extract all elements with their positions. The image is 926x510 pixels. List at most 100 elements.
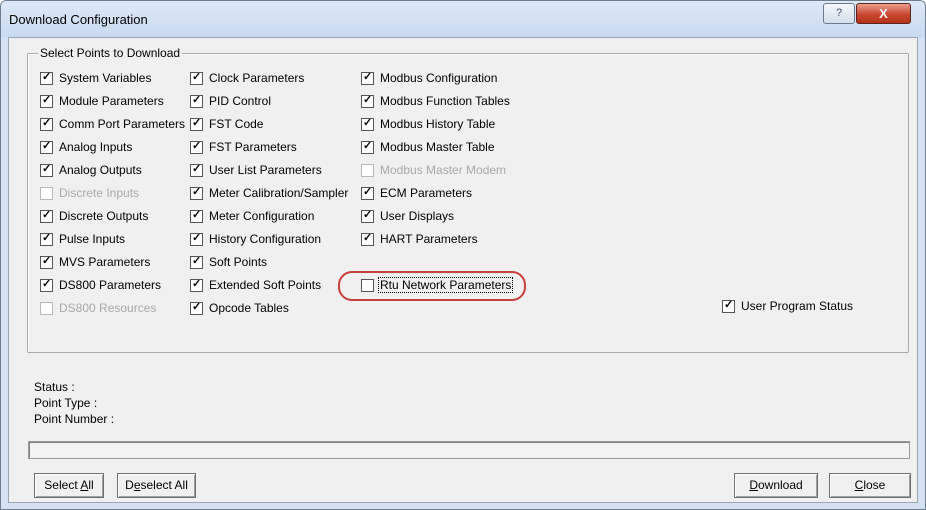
checkmark-icon: ✓ <box>363 71 373 83</box>
download-button[interactable]: Download <box>734 473 818 498</box>
download-progress-bar <box>28 441 910 459</box>
download-accel: D <box>749 478 758 492</box>
clock-parameters-label: Clock Parameters <box>209 71 305 85</box>
close-button[interactable]: Close <box>829 473 911 498</box>
user-program-status-label: User Program Status <box>741 299 854 313</box>
help-icon: ? <box>835 7 843 19</box>
system-variables-label: System Variables <box>59 71 152 85</box>
fst-code-label: FST Code <box>209 117 264 131</box>
checkmark-icon: ✓ <box>192 255 202 267</box>
meter-configuration-label: Meter Configuration <box>209 209 315 223</box>
deselect-all-button[interactable]: Deselect All <box>117 473 196 498</box>
checkmark-icon: ✓ <box>363 232 373 244</box>
discrete-inputs-label: Discrete Inputs <box>59 186 140 200</box>
checkmark-icon: ✓ <box>192 301 202 313</box>
checkbox-box[interactable]: ✓ <box>190 209 203 223</box>
checkmark-icon: ✓ <box>42 209 52 221</box>
checkbox-box[interactable]: ✓ <box>361 209 374 223</box>
checkmark-icon: ✓ <box>192 117 202 129</box>
checkbox-box[interactable]: ✓ <box>40 209 53 223</box>
hart-parameters-label: HART Parameters <box>380 232 478 246</box>
checkmark-icon: ✓ <box>192 232 202 244</box>
checkmark-icon: ✓ <box>192 278 202 290</box>
checkbox-box[interactable]: ✓ <box>40 94 53 108</box>
download-label-post: ownload <box>757 478 803 492</box>
checkmark-icon: ✓ <box>192 163 202 175</box>
title-bar: Download Configuration ? X <box>1 1 925 37</box>
pid-control-label: PID Control <box>209 94 272 108</box>
checkbox-box[interactable]: ✓ <box>361 71 374 85</box>
modbus-function-tables-label: Modbus Function Tables <box>380 94 510 108</box>
pulse-inputs-label: Pulse Inputs <box>59 232 126 246</box>
close-label-post: lose <box>863 478 886 492</box>
checkmark-icon: ✓ <box>724 299 734 311</box>
checkbox-box <box>40 302 53 315</box>
checkmark-icon: ✓ <box>363 186 373 198</box>
soft-points-label: Soft Points <box>209 255 268 269</box>
checkbox-box[interactable]: ✓ <box>40 140 53 154</box>
user-list-parameters-label: User List Parameters <box>209 163 322 177</box>
checkbox-box[interactable]: ✓ <box>190 232 203 246</box>
comm-port-parameters-label: Comm Port Parameters <box>59 117 186 131</box>
deselect-all-label-post: select All <box>140 478 188 492</box>
checkbox-box[interactable]: ✓ <box>190 186 203 200</box>
checkmark-icon: ✓ <box>192 140 202 152</box>
modbus-history-table-label: Modbus History Table <box>380 117 496 131</box>
checkbox-box[interactable]: ✓ <box>40 232 53 246</box>
checkmark-icon: ✓ <box>42 255 52 267</box>
checkbox-box[interactable]: ✓ <box>40 163 53 177</box>
modbus-configuration-label: Modbus Configuration <box>380 71 498 85</box>
checkmark-icon: ✓ <box>42 71 52 83</box>
checkbox-box[interactable]: ✓ <box>361 94 374 108</box>
checkbox-box[interactable]: ✓ <box>40 71 53 85</box>
checkmark-icon: ✓ <box>363 140 373 152</box>
checkmark-icon: ✓ <box>363 117 373 129</box>
checkbox-box[interactable]: ✓ <box>361 117 374 131</box>
checkbox-box[interactable]: ✓ <box>190 301 203 315</box>
select-all-label-post: ll <box>88 478 94 492</box>
checkbox-box[interactable]: ✓ <box>361 186 374 200</box>
highlight-ring <box>338 271 526 301</box>
discrete-outputs-label: Discrete Outputs <box>59 209 149 223</box>
ds800-parameters-label: DS800 Parameters <box>59 278 162 292</box>
select-points-group-label: Select Points to Download <box>38 46 183 60</box>
checkmark-icon: ✓ <box>192 186 202 198</box>
checkbox-box[interactable]: ✓ <box>190 278 203 292</box>
checkbox-box[interactable]: ✓ <box>190 255 203 269</box>
checkbox-box[interactable]: ✓ <box>190 140 203 154</box>
checkbox-box[interactable]: ✓ <box>40 255 53 269</box>
checkbox-box[interactable]: ✓ <box>40 278 53 292</box>
opcode-tables-label: Opcode Tables <box>209 301 289 315</box>
window-title: Download Configuration <box>9 12 148 27</box>
ds800-resources-label: DS800 Resources <box>59 301 157 315</box>
checkbox-box <box>40 187 53 200</box>
checkmark-icon: ✓ <box>363 209 373 221</box>
checkmark-icon: ✓ <box>42 117 52 129</box>
checkmark-icon: ✓ <box>192 209 202 221</box>
checkbox-box[interactable]: ✓ <box>190 94 203 108</box>
select-all-button[interactable]: Select All <box>34 473 104 498</box>
checkbox-box[interactable]: ✓ <box>361 140 374 154</box>
checkbox-box[interactable]: ✓ <box>190 71 203 85</box>
checkbox-box[interactable]: ✓ <box>190 163 203 177</box>
status-label: Status : <box>34 380 75 394</box>
close-icon: X <box>879 6 888 21</box>
deselect-all-label-pre: D <box>125 478 134 492</box>
modbus-master-modem-label: Modbus Master Modem <box>380 163 507 177</box>
checkmark-icon: ✓ <box>192 94 202 106</box>
select-all-label-pre: Select <box>44 478 81 492</box>
checkbox-box[interactable]: ✓ <box>722 299 735 313</box>
checkmark-icon: ✓ <box>42 278 52 290</box>
checkmark-icon: ✓ <box>42 140 52 152</box>
window-close-button[interactable]: X <box>856 3 911 24</box>
analog-inputs-label: Analog Inputs <box>59 140 133 154</box>
meter-calibration-sampler-label: Meter Calibration/Sampler <box>209 186 349 200</box>
history-configuration-label: History Configuration <box>209 232 322 246</box>
help-button[interactable]: ? <box>823 3 855 24</box>
checkbox-box[interactable]: ✓ <box>190 117 203 131</box>
user-displays-label: User Displays <box>380 209 455 223</box>
checkbox-box[interactable]: ✓ <box>40 117 53 131</box>
module-parameters-label: Module Parameters <box>59 94 164 108</box>
checkmark-icon: ✓ <box>42 94 52 106</box>
checkbox-box[interactable]: ✓ <box>361 232 374 246</box>
